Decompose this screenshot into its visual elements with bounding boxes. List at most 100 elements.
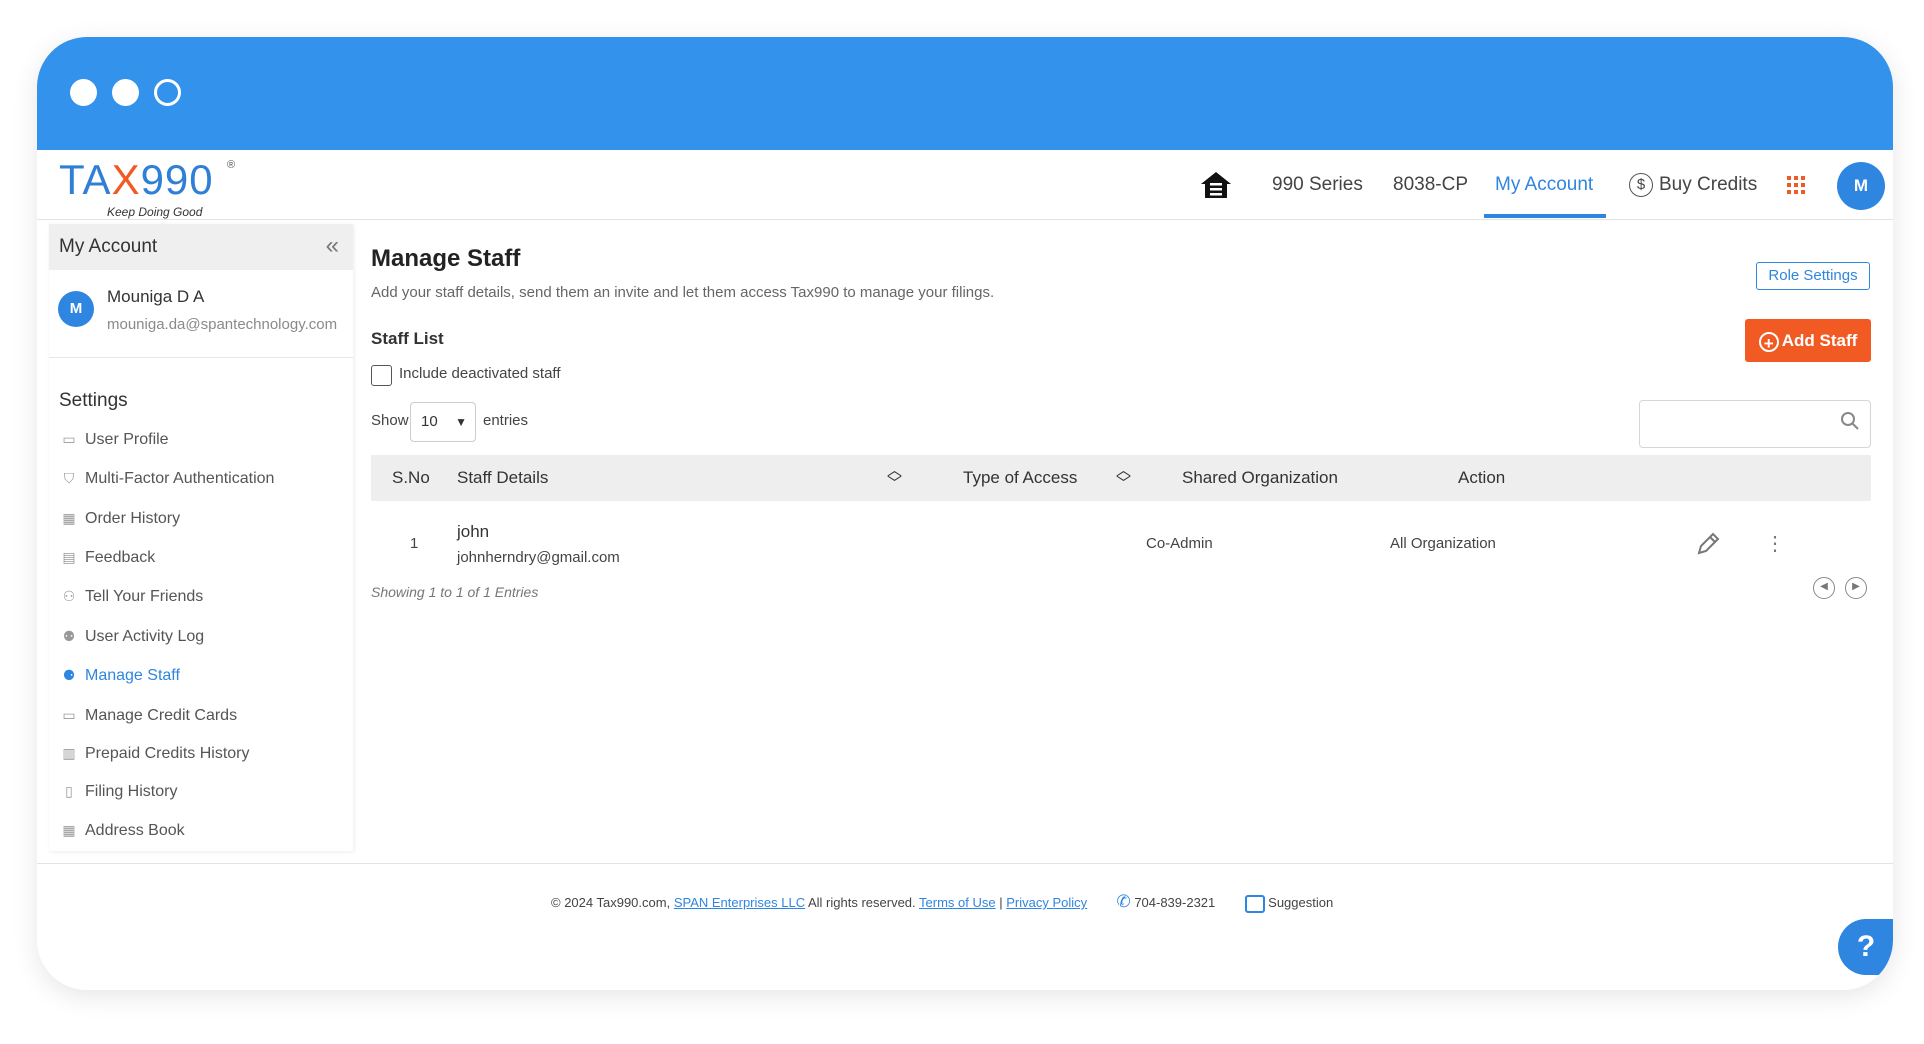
users-icon: ⚇	[62, 588, 76, 604]
table-info: Showing 1 to 1 of 1 Entries	[371, 584, 539, 600]
sidebar-item-order-history[interactable]: ▦ Order History	[59, 505, 180, 531]
logo-text-a: TA	[59, 156, 112, 203]
sidebar-item-prepaid-credits[interactable]: ▥ Prepaid Credits History	[59, 740, 250, 766]
row-staff-email: johnherndry@gmail.com	[457, 549, 620, 566]
footer-suggestion[interactable]: Suggestion	[1268, 895, 1333, 910]
logo-text-x: X	[111, 156, 141, 203]
sidebar-item-label: Multi-Factor Authentication	[85, 470, 275, 487]
nav-my-account[interactable]: My Account	[1495, 150, 1593, 219]
sidebar-item-label: User Profile	[85, 431, 169, 448]
settings-heading: Settings	[59, 390, 128, 411]
row-sno: 1	[410, 535, 419, 552]
sidebar-item-manage-staff[interactable]: ⚈ Manage Staff	[59, 662, 180, 688]
sidebar-item-mfa[interactable]: ⛉ Multi-Factor Authentication	[59, 465, 275, 491]
sort-icon[interactable]: ︿ ﹀	[1116, 463, 1131, 491]
sidebar-item-feedback[interactable]: ▤ Feedback	[59, 544, 155, 570]
dollar-icon: $	[1629, 172, 1653, 197]
add-staff-label: Add Staff	[1781, 331, 1858, 350]
search-icon	[1840, 411, 1860, 437]
entries-label: entries	[483, 412, 529, 429]
sidebar-divider	[49, 357, 353, 358]
file-clock-icon: ▯	[65, 783, 73, 799]
row-shared-org: All Organization	[1390, 535, 1496, 552]
sidebar-item-activity-log[interactable]: ⚉ User Activity Log	[59, 623, 204, 649]
account-sidebar: My Account « M Mouniga D A mouniga.da@sp…	[49, 224, 353, 851]
search-input[interactable]	[1639, 400, 1871, 448]
help-button[interactable]: ?	[1838, 919, 1893, 975]
logo-registered: ®	[227, 159, 236, 171]
top-header: TAX990 ® Keep Doing Good 990 Series 8038…	[37, 150, 1893, 220]
window-dot-close[interactable]	[70, 79, 97, 106]
nav-990-series[interactable]: 990 Series	[1272, 150, 1363, 219]
entries-select[interactable]: 10 ▼	[410, 402, 476, 442]
sidebar-title: My Account	[59, 236, 158, 257]
col-action: Action	[1458, 468, 1506, 487]
include-deactivated-checkbox[interactable]	[371, 365, 392, 386]
user-avatar[interactable]: M	[1837, 162, 1885, 210]
prev-page-icon[interactable]: ◀	[1813, 577, 1835, 599]
col-type-of-access[interactable]: Type of Access	[963, 455, 1077, 501]
feedback-icon: ▤	[62, 549, 76, 565]
entries-value: 10	[421, 413, 438, 430]
shield-icon: ⛉	[63, 470, 75, 486]
window-dot-minimize[interactable]	[112, 79, 139, 106]
home-icon[interactable]	[1199, 150, 1233, 219]
coins-icon: ▥	[62, 745, 76, 761]
nav-active-indicator	[1484, 214, 1606, 218]
next-page-icon[interactable]: ▶	[1845, 577, 1867, 599]
footer: © 2024 Tax990.com, SPAN Enterprises LLC …	[37, 863, 1893, 990]
sidebar-avatar: M	[58, 291, 94, 327]
sidebar-item-label: User Activity Log	[85, 628, 205, 645]
sidebar-item-label: Tell Your Friends	[85, 588, 204, 605]
sidebar-item-tell-friends[interactable]: ⚇ Tell Your Friends	[59, 583, 204, 609]
book-icon: ▦	[62, 822, 76, 838]
sidebar-user-name: Mouniga D A	[107, 287, 205, 306]
sidebar-item-label: Manage Credit Cards	[85, 707, 238, 724]
sidebar-user-email: mouniga.da@spantechnology.com	[107, 316, 338, 333]
sidebar-item-user-profile[interactable]: ▭ User Profile	[59, 426, 169, 452]
sidebar-item-label: Address Book	[85, 822, 185, 839]
window-dot-maximize[interactable]	[154, 79, 181, 106]
footer-terms-link[interactable]: Terms of Use	[919, 895, 996, 910]
activity-icon: ⚉	[62, 628, 76, 644]
logo-text-b: 990	[140, 156, 214, 203]
suggestion-icon	[1244, 894, 1265, 913]
plus-circle-icon: +	[1758, 332, 1779, 353]
col-staff-details[interactable]: Staff Details	[457, 455, 548, 501]
footer-privacy-link[interactable]: Privacy Policy	[1006, 895, 1087, 910]
id-card-icon: ▭	[62, 431, 76, 447]
footer-rights: All rights reserved.	[808, 895, 916, 910]
include-deactivated-label[interactable]: Include deactivated staff	[399, 365, 561, 382]
footer-copyright: © 2024 Tax990.com,	[551, 895, 671, 910]
phone-icon: ✆	[1116, 892, 1131, 911]
edit-icon[interactable]	[1695, 531, 1721, 561]
chevron-down-icon: ▼	[455, 415, 467, 429]
more-options-icon[interactable]: ⋮	[1765, 531, 1785, 556]
row-staff-name: john	[457, 522, 490, 541]
sidebar-item-address-book[interactable]: ▦ Address Book	[59, 817, 185, 843]
sidebar-item-filing-history[interactable]: ▯ Filing History	[59, 778, 177, 804]
footer-separator: |	[999, 895, 1003, 910]
buy-credits-label: Buy Credits	[1659, 174, 1758, 195]
tax990-logo[interactable]: TAX990 ® Keep Doing Good	[59, 156, 235, 220]
logo-tagline: Keep Doing Good	[107, 205, 203, 219]
grid-icon[interactable]	[1786, 150, 1806, 219]
show-label: Show	[371, 412, 409, 429]
collapse-icon[interactable]: «	[326, 232, 339, 260]
sidebar-item-label: Filing History	[85, 783, 178, 800]
footer-phone[interactable]: 704-839-2321	[1134, 895, 1215, 910]
sidebar-header: My Account «	[49, 224, 353, 270]
add-staff-button[interactable]: + Add Staff	[1745, 319, 1871, 362]
footer-company-link[interactable]: SPAN Enterprises LLC	[674, 895, 805, 910]
browser-window: TAX990 ® Keep Doing Good 990 Series 8038…	[37, 37, 1893, 990]
col-sno: S.No	[392, 468, 430, 487]
staff-list-heading: Staff List	[371, 329, 444, 348]
sort-icon[interactable]: ︿ ﹀	[887, 463, 902, 491]
sidebar-item-label: Feedback	[85, 549, 156, 566]
nav-buy-credits[interactable]: $ Buy Credits	[1629, 150, 1757, 219]
sidebar-item-credit-cards[interactable]: ▭ Manage Credit Cards	[59, 702, 237, 728]
role-settings-button[interactable]: Role Settings	[1756, 262, 1870, 290]
sidebar-item-label: Prepaid Credits History	[85, 745, 250, 762]
nav-8038-cp[interactable]: 8038-CP	[1393, 150, 1468, 219]
calendar-icon: ▦	[62, 510, 76, 526]
